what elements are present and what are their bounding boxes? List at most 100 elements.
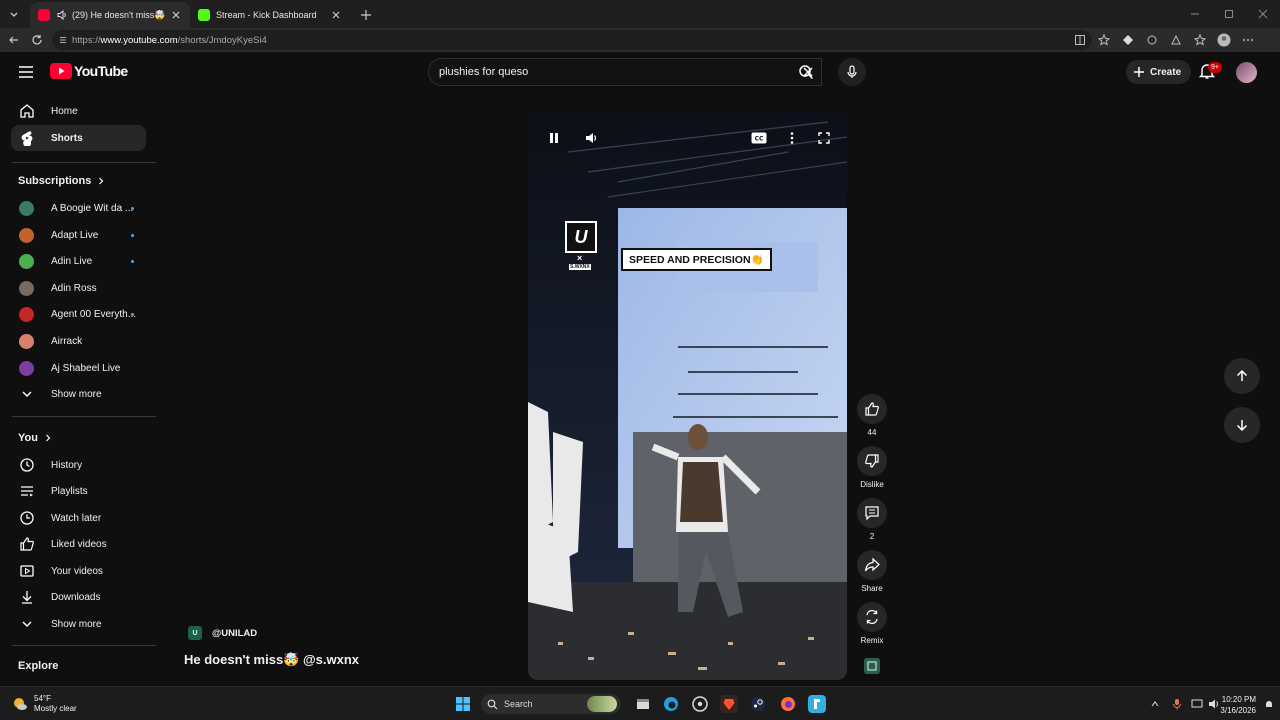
show-more-label: Show more (51, 388, 102, 400)
thumbs-up-icon (19, 536, 35, 552)
shorts-video-player[interactable]: CC U × S.WXNX SPEED AND PRECISION👏 (528, 112, 847, 680)
reload-icon[interactable] (25, 28, 49, 52)
share-button[interactable]: Share (856, 550, 888, 593)
app-icon[interactable] (808, 695, 826, 713)
microphone-icon[interactable] (838, 58, 866, 86)
close-window-icon[interactable] (1246, 0, 1280, 28)
sidebar-item-label: History (51, 459, 83, 471)
search-highlight-icon (587, 696, 617, 712)
favorite-star-icon[interactable] (1096, 32, 1112, 48)
weather-widget[interactable]: 54°F Mostly clear (12, 694, 77, 714)
clock-date: 3/16/2026 (1220, 706, 1256, 715)
svg-text:CC: CC (755, 136, 764, 143)
url-path: /shorts/JmdoyKyeSi4 (177, 34, 267, 46)
speaker-icon[interactable] (56, 9, 68, 21)
extensions-puzzle-icon[interactable] (1144, 32, 1160, 48)
create-button[interactable]: Create (1126, 60, 1192, 84)
firefox-icon[interactable] (779, 695, 797, 713)
subscription-item[interactable]: Agent 00 Everyth... (11, 301, 146, 327)
like-button[interactable]: 44 (856, 394, 888, 437)
extension-icon[interactable] (1120, 32, 1136, 48)
thumbs-down-icon[interactable] (857, 446, 887, 476)
display-tray-icon[interactable] (1190, 697, 1204, 711)
profile-icon[interactable] (1216, 32, 1232, 48)
dislike-button[interactable]: Dislike (856, 446, 888, 489)
pause-icon[interactable] (546, 130, 562, 146)
browser-tab-youtube[interactable]: (29) He doesn't miss🤯 @s.wxnx (30, 2, 190, 28)
channel-logo-icon[interactable]: U (188, 626, 202, 640)
steam-icon[interactable] (749, 695, 767, 713)
obs-studio-icon[interactable] (691, 695, 709, 713)
reading-view-icon[interactable] (1072, 32, 1088, 48)
sound-thumbnail[interactable] (856, 658, 888, 674)
account-avatar[interactable] (1236, 62, 1257, 83)
comment-icon[interactable] (857, 498, 887, 528)
closed-captions-icon[interactable]: CC (751, 130, 767, 146)
subscriptions-heading[interactable]: Subscriptions (18, 175, 105, 187)
subscriptions-show-more[interactable]: Show more (11, 381, 146, 407)
subscription-item[interactable]: Adin Live (11, 248, 146, 274)
more-options-icon[interactable] (784, 130, 800, 146)
comments-button[interactable]: 2 (856, 498, 888, 541)
sidebar-item-playlists[interactable]: Playlists (11, 478, 146, 504)
subscription-item[interactable]: Adin Ross (11, 275, 146, 301)
notification-center-icon[interactable] (1262, 697, 1276, 711)
youtube-logo[interactable]: YouTube (50, 63, 128, 79)
sidebar-item-downloads[interactable]: Downloads (11, 584, 146, 610)
channel-avatar (19, 227, 34, 243)
sidebar-item-your-videos[interactable]: Your videos (11, 558, 146, 584)
minimize-icon[interactable] (1178, 0, 1212, 28)
search-input[interactable] (439, 66, 795, 78)
subscription-item[interactable]: Airrack (11, 328, 146, 354)
you-heading[interactable]: You (18, 432, 52, 444)
show-hidden-icons-chevron-up-icon[interactable] (1148, 697, 1162, 711)
tab-search-icon[interactable] (4, 4, 24, 24)
windows-start-icon[interactable] (454, 695, 472, 713)
you-show-more[interactable]: Show more (11, 611, 146, 637)
subscription-item[interactable]: A Boogie Wit da ... (11, 195, 146, 221)
close-tab-icon[interactable] (330, 9, 342, 21)
sidebar-item-home[interactable]: Home (11, 98, 146, 124)
sidebar-item-watch-later[interactable]: Watch later (11, 505, 146, 531)
more-menu-icon[interactable] (1240, 32, 1256, 48)
browser-tab-kick[interactable]: Stream - Kick Dashboard (190, 2, 350, 28)
subscription-item[interactable]: Adapt Live (11, 222, 146, 248)
new-tab-plus-icon[interactable] (356, 5, 376, 25)
volume-tray-icon[interactable] (1207, 697, 1221, 711)
taskbar-search[interactable]: Search (481, 694, 621, 714)
subscription-item[interactable]: Aj Shabeel Live (11, 355, 146, 381)
back-arrow-icon[interactable] (2, 28, 26, 52)
browser-essentials-icon[interactable] (1168, 32, 1184, 48)
channel-info[interactable]: U @UNILAD (188, 626, 257, 640)
fullscreen-icon[interactable] (816, 130, 832, 146)
sidebar-item-shorts[interactable]: Shorts (11, 125, 146, 151)
browser-tab-strip: (29) He doesn't miss🤯 @s.wxnx Stream - K… (0, 0, 1280, 28)
brave-browser-icon[interactable] (720, 695, 738, 713)
maximize-icon[interactable] (1212, 0, 1246, 28)
thumbs-up-icon[interactable] (857, 394, 887, 424)
search-box (428, 58, 822, 86)
menu-icon[interactable] (16, 62, 36, 82)
remix-button[interactable]: Remix (856, 602, 888, 645)
site-info-icon[interactable] (58, 35, 68, 45)
channel-handle[interactable]: @UNILAD (212, 628, 257, 639)
remix-icon[interactable] (857, 602, 887, 632)
address-bar[interactable]: https://www.youtube.com/shorts/JmdoyKyeS… (52, 30, 1092, 50)
edge-browser-icon[interactable] (662, 695, 680, 713)
sidebar-item-liked-videos[interactable]: Liked videos (11, 531, 146, 557)
sidebar-item-history[interactable]: History (11, 452, 146, 478)
volume-icon[interactable] (583, 130, 599, 146)
video-frame (528, 112, 847, 680)
subscription-label: A Boogie Wit da ... (51, 202, 134, 214)
favorites-icon[interactable] (1192, 32, 1208, 48)
task-view-icon[interactable] (634, 695, 652, 713)
taskbar-clock[interactable]: 10:20 PM 3/16/2026 (1220, 694, 1256, 716)
previous-short-button[interactable] (1224, 358, 1260, 394)
microphone-tray-icon[interactable] (1170, 697, 1184, 711)
audio-source-icon[interactable] (864, 658, 880, 674)
search-icon[interactable] (788, 58, 824, 86)
next-short-button[interactable] (1224, 407, 1260, 443)
close-tab-icon[interactable] (170, 9, 182, 21)
share-icon[interactable] (857, 550, 887, 580)
sidebar: Home Shorts Subscriptions A Boogie Wit d… (0, 96, 156, 686)
